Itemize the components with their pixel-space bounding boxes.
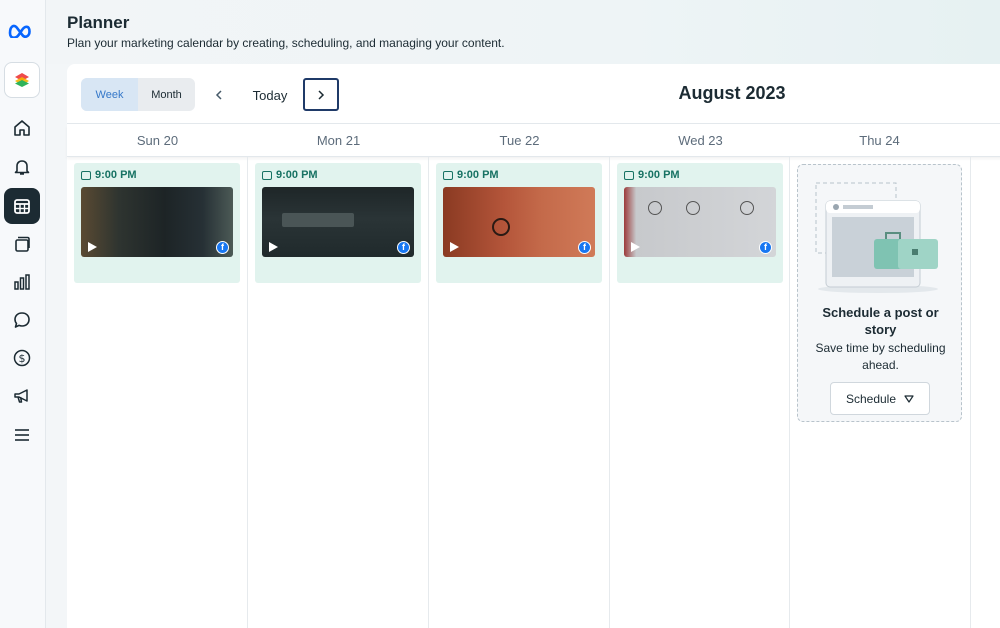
home-icon[interactable] xyxy=(4,110,40,146)
facebook-icon: f xyxy=(397,241,410,254)
month-title: August 2023 xyxy=(678,83,786,103)
calendar-icon xyxy=(262,170,272,180)
play-icon xyxy=(269,242,278,252)
next-week-button[interactable] xyxy=(303,78,339,111)
column-divider xyxy=(609,157,610,628)
schedule-button[interactable]: Schedule xyxy=(830,382,930,415)
planner-panel: Week Month Today August 2023 Sun 20 Mon … xyxy=(67,64,1000,628)
play-icon xyxy=(631,242,640,252)
schedule-empty-card: Schedule a post or story Save time by sc… xyxy=(797,164,962,422)
post-thumbnail[interactable]: f xyxy=(624,187,776,257)
calendar-icon xyxy=(81,170,91,180)
header-background xyxy=(46,0,1000,64)
facebook-icon: f xyxy=(759,241,772,254)
svg-text:$: $ xyxy=(19,352,26,365)
page-title: Planner xyxy=(67,13,130,32)
schedule-illustration xyxy=(815,182,938,293)
column-divider xyxy=(970,157,971,628)
day-header: Thu 24 xyxy=(859,133,900,148)
calendar-toolbar: Week Month Today August 2023 xyxy=(67,64,1000,124)
schedule-description: Save time by scheduling ahead. xyxy=(815,341,946,372)
column-divider xyxy=(428,157,429,628)
scheduled-post-card[interactable]: 9:00 PM f xyxy=(617,163,783,283)
facebook-icon: f xyxy=(578,241,591,254)
planner-icon[interactable] xyxy=(4,188,40,224)
post-thumbnail[interactable]: f xyxy=(81,187,233,257)
page-subtitle: Plan your marketing calendar by creating… xyxy=(67,36,505,50)
schedule-title: Schedule a post or story xyxy=(822,305,939,337)
meta-logo-icon[interactable] xyxy=(4,12,40,48)
previous-week-button[interactable] xyxy=(204,80,234,110)
column-divider xyxy=(247,157,248,628)
insights-icon[interactable] xyxy=(4,264,40,300)
chevron-left-icon xyxy=(215,90,222,100)
play-icon xyxy=(88,242,97,252)
menu-icon[interactable] xyxy=(4,417,40,453)
column-divider xyxy=(789,157,790,628)
view-toggle: Week Month xyxy=(81,78,195,111)
ads-icon[interactable] xyxy=(4,378,40,414)
layers-icon[interactable] xyxy=(4,62,40,98)
scheduled-post-card[interactable]: 9:00 PM f xyxy=(436,163,602,283)
monetization-icon[interactable]: $ xyxy=(4,340,40,376)
day-header-row: Sun 20 Mon 21 Tue 22 Wed 23 Thu 24 xyxy=(67,125,1000,157)
today-button[interactable]: Today xyxy=(247,80,293,110)
caret-down-icon xyxy=(904,394,914,403)
day-header: Sun 20 xyxy=(136,133,179,148)
post-time: 9:00 PM xyxy=(443,169,499,181)
calendar-icon xyxy=(624,170,634,180)
post-time: 9:00 PM xyxy=(262,169,318,181)
bell-icon[interactable] xyxy=(4,149,40,185)
scheduled-post-card[interactable]: 9:00 PM f xyxy=(74,163,240,283)
posts-icon[interactable] xyxy=(4,226,40,262)
schedule-button-label: Schedule xyxy=(845,391,897,406)
day-header: Wed 23 xyxy=(678,133,723,148)
chevron-right-icon xyxy=(318,89,325,100)
calendar-icon xyxy=(443,170,453,180)
post-time: 9:00 PM xyxy=(81,169,137,181)
sidebar: $ xyxy=(0,0,46,628)
facebook-icon: f xyxy=(216,241,229,254)
post-time: 9:00 PM xyxy=(624,169,680,181)
inbox-icon[interactable] xyxy=(4,302,40,338)
day-header: Mon 21 xyxy=(316,133,361,148)
scheduled-post-card[interactable]: 9:00 PM f xyxy=(255,163,421,283)
post-thumbnail[interactable]: f xyxy=(262,187,414,257)
week-view-button[interactable]: Week xyxy=(81,78,138,111)
day-header: Tue 22 xyxy=(499,133,540,148)
month-view-button[interactable]: Month xyxy=(138,78,195,111)
post-thumbnail[interactable]: f xyxy=(443,187,595,257)
play-icon xyxy=(450,242,459,252)
